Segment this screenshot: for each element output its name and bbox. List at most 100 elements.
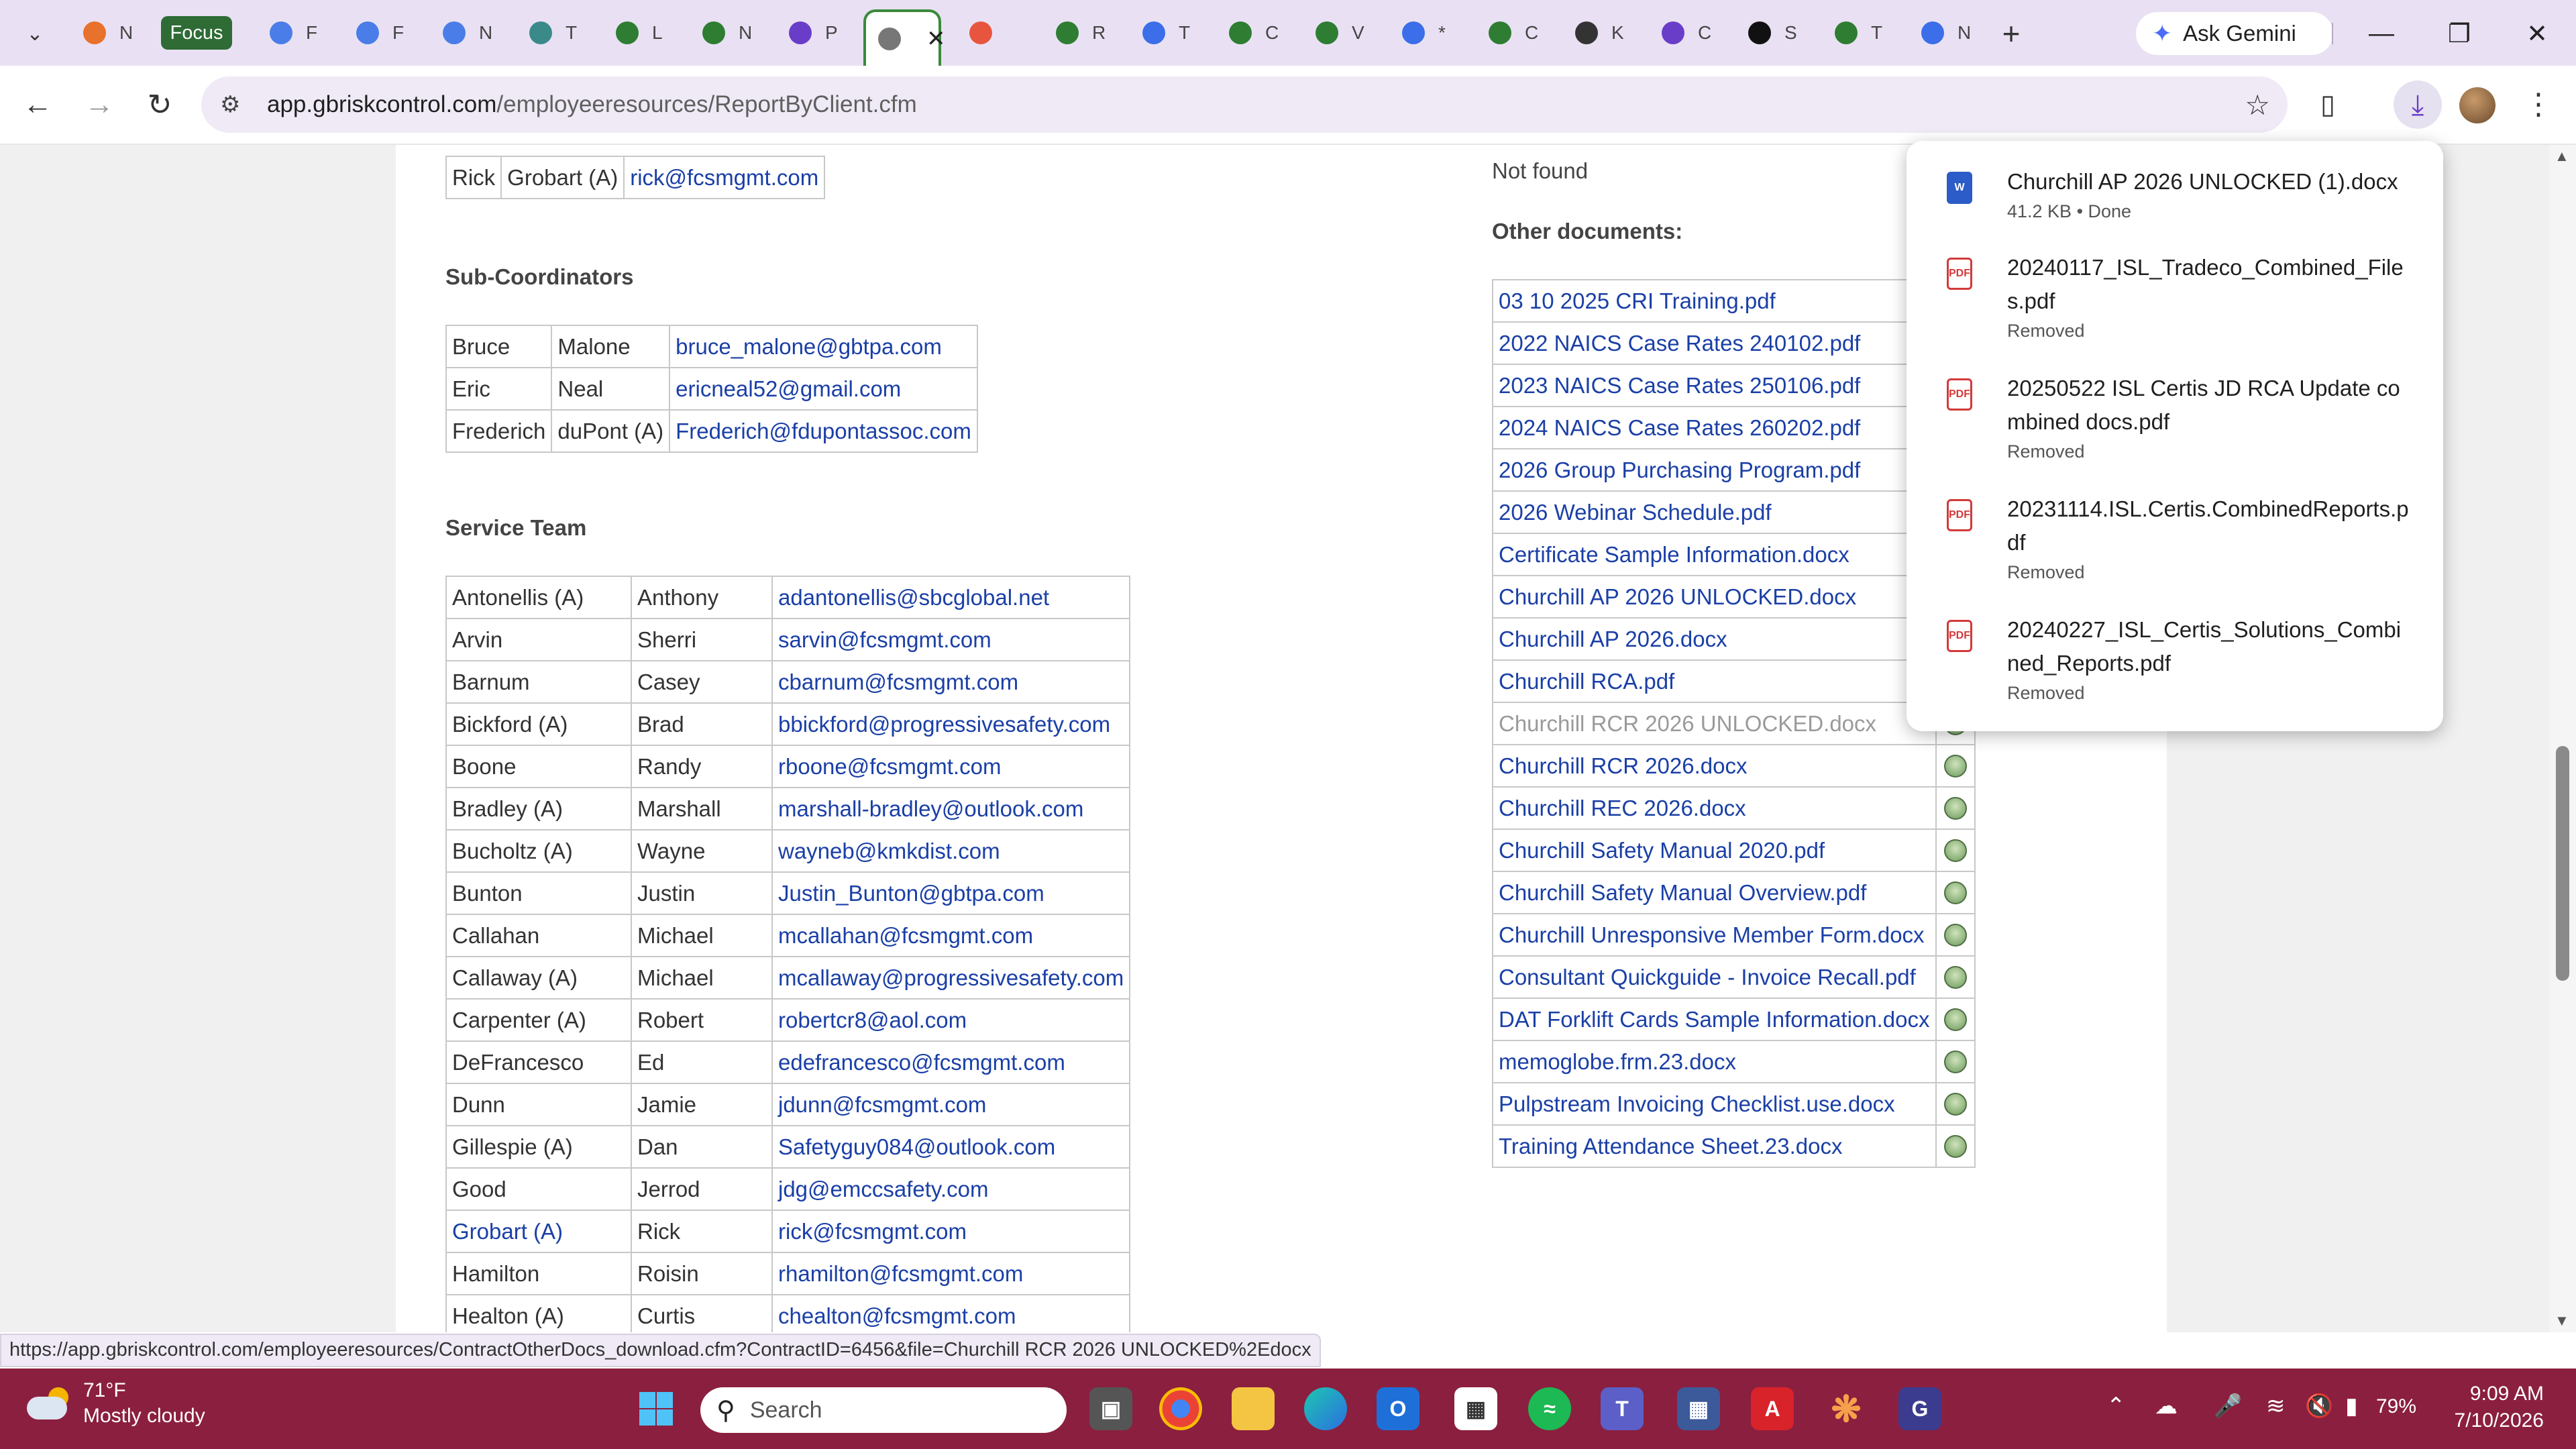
- email-link[interactable]: rick@fcsmgmt.com: [623, 156, 826, 199]
- document-link[interactable]: Certificate Sample Information.docx: [1492, 533, 1937, 576]
- recycle-bin-icon[interactable]: [1943, 965, 1967, 989]
- document-link[interactable]: memoglobe.frm.23.docx: [1492, 1040, 1937, 1083]
- back-button[interactable]: ←: [17, 85, 58, 125]
- document-link[interactable]: 2024 NAICS Case Rates 260202.pdf: [1492, 406, 1937, 449]
- calculator-icon[interactable]: ▦: [1677, 1387, 1720, 1430]
- scroll-down-arrow[interactable]: ▼: [2555, 1312, 2569, 1330]
- recycle-bin-icon[interactable]: [1943, 1050, 1967, 1073]
- tab-search-button[interactable]: ⌄: [17, 16, 52, 51]
- document-link[interactable]: Churchill AP 2026 UNLOCKED.docx: [1492, 575, 1937, 619]
- browser-tab[interactable]: N: [431, 11, 504, 55]
- edge-icon[interactable]: [1304, 1387, 1347, 1430]
- speaker-muted-icon[interactable]: 🔇: [2305, 1393, 2333, 1419]
- browser-tab[interactable]: K: [1563, 11, 1637, 55]
- document-link[interactable]: Consultant Quickguide - Invoice Recall.p…: [1492, 955, 1937, 999]
- browser-tab[interactable]: *: [1390, 11, 1464, 55]
- document-link[interactable]: Churchill Safety Manual Overview.pdf: [1492, 871, 1937, 914]
- email-link[interactable]: chealton@fcsmgmt.com: [771, 1294, 1131, 1332]
- claude-icon[interactable]: ❋: [1825, 1387, 1868, 1430]
- browser-tab[interactable]: T: [1130, 11, 1204, 55]
- document-link[interactable]: Training Attendance Sheet.23.docx: [1492, 1124, 1937, 1168]
- browser-tab[interactable]: R: [1044, 11, 1118, 55]
- browser-tab[interactable]: C: [1217, 11, 1291, 55]
- onedrive-icon[interactable]: ☁: [2155, 1393, 2178, 1419]
- document-link[interactable]: Churchill Unresponsive Member Form.docx: [1492, 913, 1937, 957]
- browser-tab[interactable]: F: [344, 11, 418, 55]
- browser-tab[interactable]: V: [1303, 11, 1377, 55]
- recycle-bin-icon[interactable]: [1943, 754, 1967, 777]
- browser-tab[interactable]: P: [777, 11, 851, 55]
- document-link[interactable]: 2023 NAICS Case Rates 250106.pdf: [1492, 364, 1937, 407]
- new-tab-button[interactable]: +: [1992, 15, 2030, 52]
- battery-icon[interactable]: ▮: [2345, 1393, 2358, 1419]
- download-item[interactable]: PDF 20231114.ISL.Certis.CombinedReports.p…: [1907, 492, 2443, 586]
- browser-tab[interactable]: F: [258, 11, 331, 55]
- downloads-button[interactable]: ⤓: [2394, 80, 2442, 129]
- document-link[interactable]: Churchill RCA.pdf: [1492, 659, 1937, 703]
- email-link[interactable]: Frederich@fdupontassoc.com: [669, 409, 978, 453]
- profile-avatar[interactable]: [2459, 87, 2496, 123]
- weather-widget[interactable]: 71°F Mostly cloudy: [27, 1378, 205, 1429]
- download-item[interactable]: PDF 20240227_ISL_Certis_Solutions_Combine…: [1907, 613, 2443, 707]
- recycle-bin-icon[interactable]: [1943, 923, 1967, 947]
- browser-tab[interactable]: [957, 11, 1031, 55]
- site-info-icon[interactable]: ⚙: [220, 91, 252, 118]
- windows-start-icon[interactable]: [635, 1387, 678, 1430]
- recycle-bin-icon[interactable]: [1943, 1134, 1967, 1158]
- download-item[interactable]: PDF 20240117_ISL_Tradeco_Combined_Files.p…: [1907, 251, 2443, 345]
- recycle-bin-icon[interactable]: [1943, 839, 1967, 862]
- col1-cell[interactable]: Grobart (A): [445, 1210, 632, 1253]
- microphone-icon[interactable]: 🎤: [2214, 1393, 2242, 1419]
- document-link[interactable]: DAT Forklift Cards Sample Information.do…: [1492, 998, 1937, 1041]
- close-window-button[interactable]: ✕: [2517, 13, 2557, 54]
- email-link[interactable]: jdunn@fcsmgmt.com: [771, 1083, 1131, 1126]
- email-link[interactable]: cbarnum@fcsmgmt.com: [771, 660, 1131, 704]
- restore-button[interactable]: ❐: [2439, 13, 2479, 54]
- email-link[interactable]: ericneal52@gmail.com: [669, 367, 978, 411]
- email-link[interactable]: adantonellis@sbcglobal.net: [771, 576, 1131, 619]
- spotify-icon[interactable]: ≈: [1528, 1387, 1571, 1430]
- email-link[interactable]: rhamilton@fcsmgmt.com: [771, 1252, 1131, 1295]
- browser-tab[interactable]: T: [1823, 11, 1896, 55]
- email-link[interactable]: bbickford@progressivesafety.com: [771, 702, 1131, 746]
- download-item[interactable]: W Churchill AP 2026 UNLOCKED (1).docx 41.2…: [1907, 165, 2443, 225]
- task-view-icon[interactable]: ▣: [1089, 1387, 1132, 1430]
- chrome-icon[interactable]: [1159, 1387, 1202, 1430]
- focus-tab-group[interactable]: Focus: [161, 16, 232, 50]
- ask-gemini-button[interactable]: ✦ Ask Gemini: [2136, 12, 2333, 55]
- document-link[interactable]: Churchill Safety Manual 2020.pdf: [1492, 828, 1937, 872]
- store-icon[interactable]: ▦: [1454, 1387, 1497, 1430]
- email-link[interactable]: wayneb@kmkdist.com: [771, 829, 1131, 873]
- bookmark-star-icon[interactable]: ☆: [2245, 89, 2270, 121]
- wifi-icon[interactable]: ≋: [2266, 1393, 2286, 1419]
- outlook-icon[interactable]: O: [1377, 1387, 1419, 1430]
- browser-tab[interactable]: S: [1736, 11, 1810, 55]
- document-link[interactable]: 2022 NAICS Case Rates 240102.pdf: [1492, 321, 1937, 365]
- taskbar-search[interactable]: ⚲ Search: [700, 1387, 1067, 1433]
- document-link[interactable]: Churchill REC 2026.docx: [1492, 786, 1937, 830]
- email-link[interactable]: jdg@emccsafety.com: [771, 1167, 1131, 1211]
- email-link[interactable]: mcallaway@progressivesafety.com: [771, 956, 1131, 1000]
- document-link[interactable]: Pulpstream Invoicing Checklist.use.docx: [1492, 1082, 1937, 1126]
- chrome-menu-button[interactable]: ⋮: [2524, 87, 2553, 121]
- download-item[interactable]: PDF 20250522 ISL Certis JD RCA Update com…: [1907, 372, 2443, 466]
- url-text[interactable]: app.gbriskcontrol.com/employeeresources/…: [267, 91, 917, 118]
- email-link[interactable]: edefrancesco@fcsmgmt.com: [771, 1040, 1131, 1084]
- close-tab-icon[interactable]: ✕: [926, 25, 946, 52]
- document-link[interactable]: 2026 Webinar Schedule.pdf: [1492, 490, 1937, 534]
- browser-tab[interactable]: N: [1909, 11, 1983, 55]
- document-link[interactable]: 03 10 2025 CRI Training.pdf: [1492, 279, 1937, 323]
- extensions-button[interactable]: ▯: [2308, 85, 2348, 125]
- forward-button[interactable]: →: [79, 85, 119, 125]
- reload-button[interactable]: ↻: [140, 85, 180, 125]
- email-link[interactable]: bruce_malone@gbtpa.com: [669, 325, 978, 368]
- app-icon[interactable]: G: [1898, 1387, 1941, 1430]
- email-link[interactable]: rick@fcsmgmt.com: [771, 1210, 1131, 1253]
- document-link[interactable]: 2026 Group Purchasing Program.pdf: [1492, 448, 1937, 492]
- email-link[interactable]: marshall-bradley@outlook.com: [771, 787, 1131, 830]
- document-link[interactable]: Churchill RCR 2026.docx: [1492, 744, 1937, 788]
- browser-tab[interactable]: C: [1650, 11, 1723, 55]
- browser-tab[interactable]: C: [1477, 11, 1550, 55]
- recycle-bin-icon[interactable]: [1943, 796, 1967, 820]
- page-scrollbar[interactable]: ▲ ▼: [2549, 145, 2576, 1332]
